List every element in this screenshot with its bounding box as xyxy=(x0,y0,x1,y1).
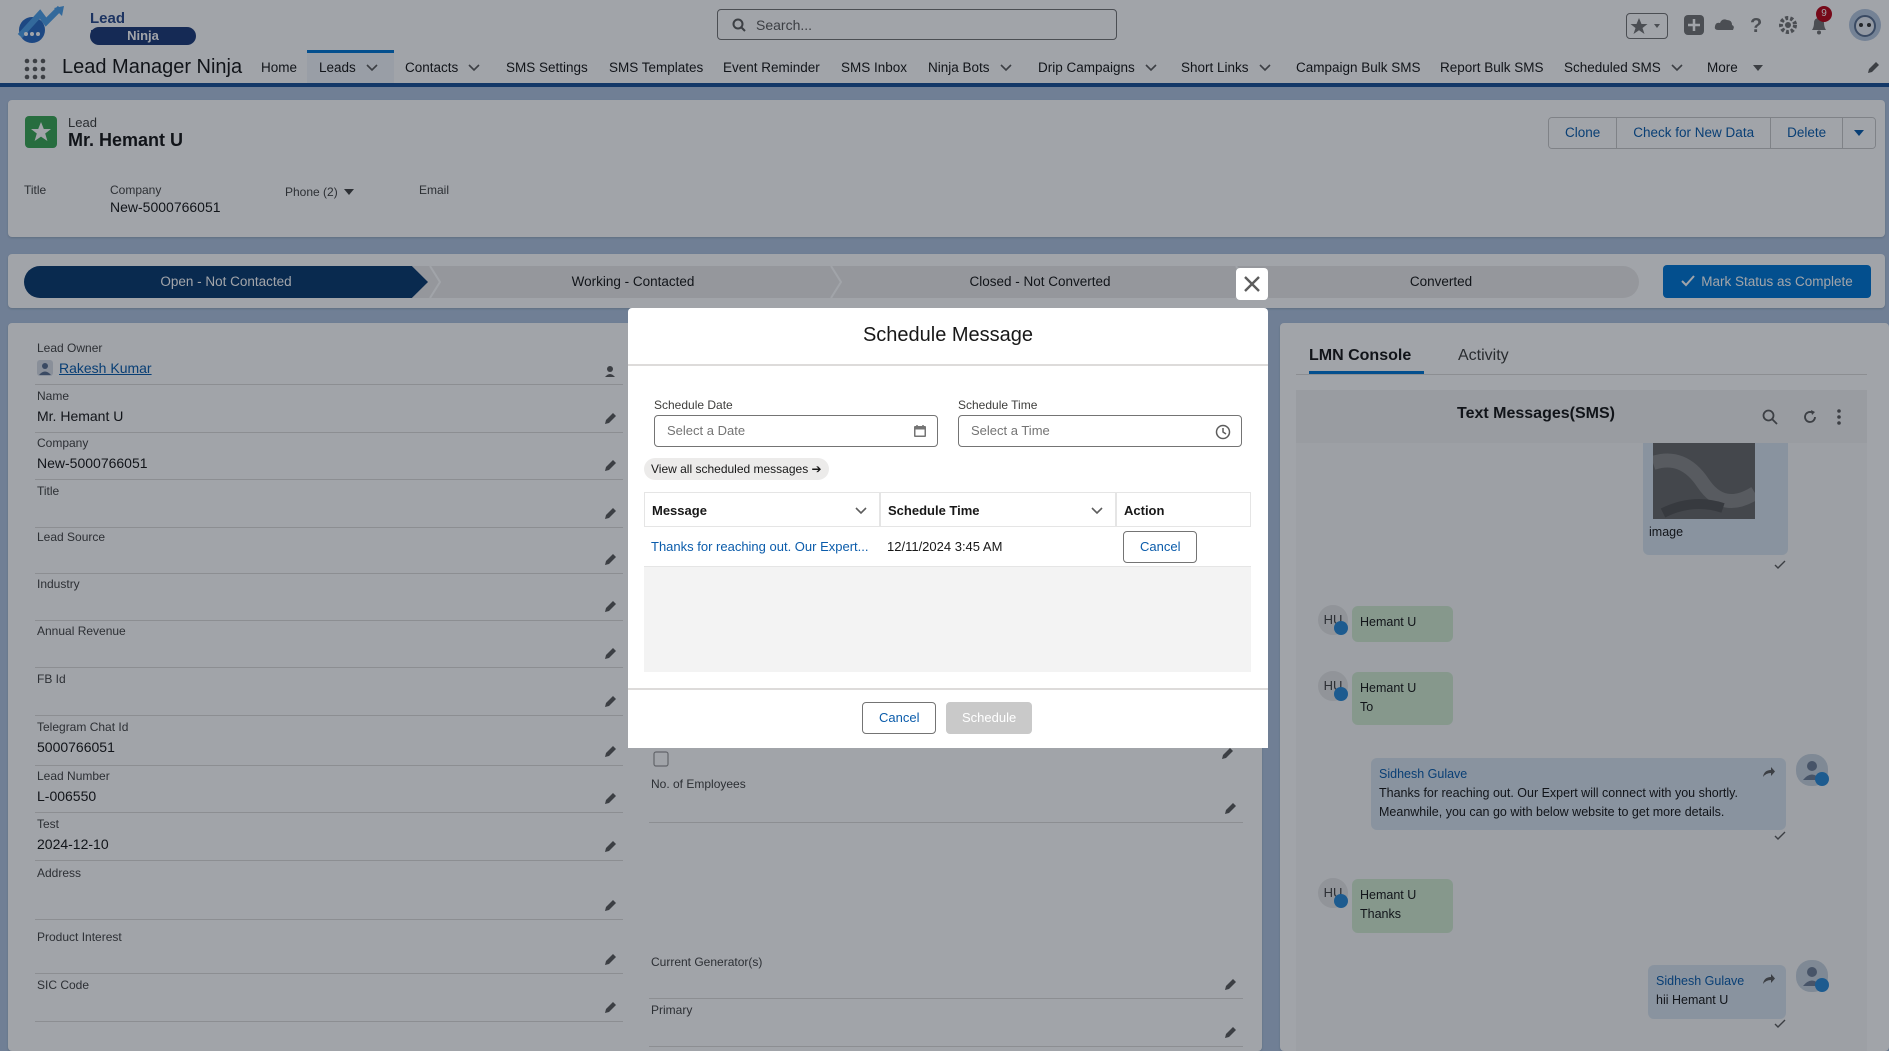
scheduled-messages-table: Message Schedule Time Action Thanks for … xyxy=(644,492,1251,672)
column-label: Action xyxy=(1124,503,1165,518)
modal-close-button[interactable] xyxy=(1236,268,1268,300)
column-label: Schedule Time xyxy=(888,503,980,518)
schedule-message-modal: Schedule Message Schedule Date Select a … xyxy=(628,308,1268,748)
date-placeholder: Select a Date xyxy=(667,423,746,438)
schedule-time-input[interactable]: Select a Time xyxy=(958,415,1242,447)
scheduled-time-cell: 12/11/2024 3:45 AM xyxy=(880,527,1116,567)
column-header-schedule-time[interactable]: Schedule Time xyxy=(880,492,1116,527)
close-icon xyxy=(1244,276,1260,292)
column-header-action: Action xyxy=(1116,492,1251,527)
calendar-icon[interactable] xyxy=(913,424,927,438)
modal-footer: Cancel Schedule xyxy=(628,688,1268,748)
cancel-button[interactable]: Cancel xyxy=(862,702,937,734)
view-all-scheduled-button[interactable]: View all scheduled messages ➔ xyxy=(644,458,829,480)
schedule-time-label: Schedule Time xyxy=(958,398,1038,412)
clock-icon[interactable] xyxy=(1215,424,1231,440)
time-placeholder: Select a Time xyxy=(971,423,1050,438)
modal-title: Schedule Message xyxy=(862,324,1034,346)
schedule-date-label: Schedule Date xyxy=(654,398,733,412)
schedule-button[interactable]: Schedule xyxy=(946,702,1033,734)
chevron-down-icon[interactable] xyxy=(1091,507,1103,515)
action-cell: Cancel xyxy=(1116,527,1251,567)
column-label: Message xyxy=(652,503,707,518)
modal-header-divider xyxy=(628,364,1268,366)
scheduled-message-link[interactable]: Thanks for reaching out. Our Expert... xyxy=(644,527,880,567)
chevron-down-icon[interactable] xyxy=(855,507,867,515)
cancel-scheduled-message-button[interactable]: Cancel xyxy=(1123,531,1198,563)
schedule-date-input[interactable]: Select a Date xyxy=(654,415,938,447)
column-header-message[interactable]: Message xyxy=(644,492,880,527)
